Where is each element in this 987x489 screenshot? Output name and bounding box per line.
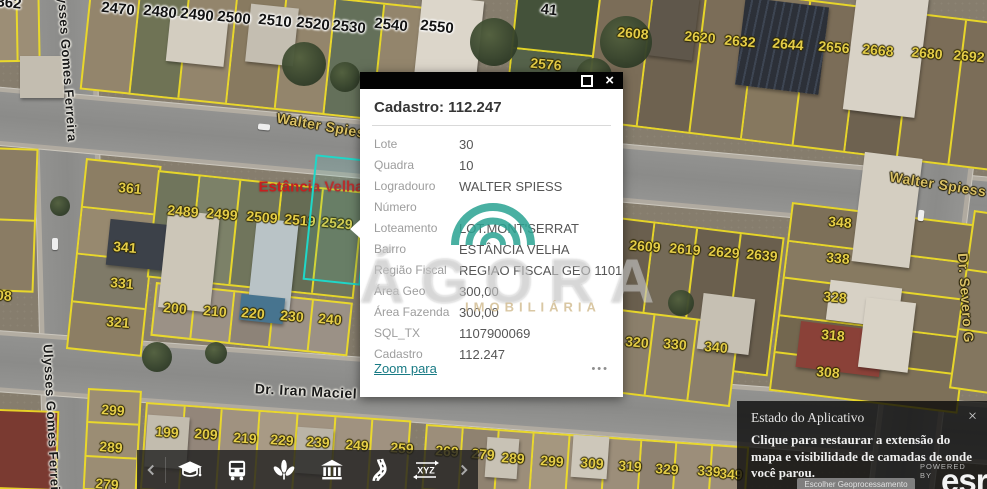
field-value: WALTER SPIESS <box>459 176 562 197</box>
field-value: LOT.MONT'SERRAT <box>459 218 579 239</box>
bus-icon[interactable] <box>224 457 250 483</box>
building <box>843 0 929 118</box>
notification-title: Estado do Aplicativo <box>751 410 864 426</box>
institutions-widget-button <box>308 450 355 489</box>
field-label: SQL_TX <box>374 323 459 344</box>
xyz-icon[interactable]: XYZ <box>411 457 441 483</box>
building <box>697 293 755 355</box>
field-label: Quadra <box>374 155 459 176</box>
popup-field-row: Lote30 <box>374 134 609 155</box>
coordinates-widget-button: XYZ <box>402 450 449 489</box>
tree <box>470 18 518 66</box>
graduation-cap-icon[interactable] <box>177 457 203 483</box>
field-label: Bairro <box>374 239 459 260</box>
geoprocessing-chip[interactable]: Escolher Geoprocessamento <box>797 478 915 489</box>
close-icon[interactable]: × <box>605 73 614 88</box>
field-label: Loteamento <box>374 218 459 239</box>
tree <box>50 196 70 216</box>
popup-pointer <box>350 220 360 238</box>
field-label: Área Geo <box>374 281 459 302</box>
tree <box>600 16 652 68</box>
zoom-to-link[interactable]: Zoom para <box>374 361 437 376</box>
pool <box>239 294 285 324</box>
building <box>646 0 699 61</box>
tree <box>330 62 360 92</box>
app-state-notification[interactable]: Estado do Aplicativo × Clique para resta… <box>737 401 987 489</box>
popup-divider <box>372 125 611 126</box>
field-label: Lote <box>374 134 459 155</box>
popup-field-row: Área Fazenda300,00 <box>374 302 609 323</box>
leaf-icon[interactable] <box>271 457 297 483</box>
field-value: 300,00 <box>459 302 499 323</box>
car <box>258 123 271 130</box>
tree <box>668 290 694 316</box>
popup-field-row: Número <box>374 197 609 218</box>
building-solar-roof <box>735 0 829 95</box>
notification-message: Clique para restaurar a extensão do mapa… <box>737 426 987 482</box>
popup-field-row: BairroESTÂNCIA VELHA <box>374 239 609 260</box>
popup-field-row: SQL_TX1107900069 <box>374 323 609 344</box>
building <box>158 210 220 313</box>
tree <box>142 342 172 372</box>
road-icon[interactable] <box>366 457 392 483</box>
popup-field-row: Quadra10 <box>374 155 609 176</box>
popup-attribute-table: Lote30Quadra10LogradouroWALTER SPIESSNúm… <box>374 134 609 365</box>
chevron-left-icon[interactable] <box>137 450 165 489</box>
bottom-widget-toolbar: XYZ <box>137 450 478 489</box>
parcel-block <box>0 0 41 62</box>
field-label: Região Fiscal <box>374 260 459 281</box>
field-value: 300,00 <box>459 281 499 302</box>
field-label: Logradouro <box>374 176 459 197</box>
popup-title: Cadastro: 112.247 <box>374 96 609 125</box>
popup-footer: Zoom para ••• <box>374 361 609 376</box>
environment-widget-button <box>261 450 308 489</box>
tree <box>282 42 326 86</box>
popup-field-row: LogradouroWALTER SPIESS <box>374 176 609 197</box>
car <box>296 116 307 122</box>
close-icon[interactable]: × <box>968 410 977 424</box>
building <box>571 435 610 479</box>
svg-text:XYZ: XYZ <box>417 465 435 475</box>
popup-field-row: Região FiscalREGIAO FISCAL GEO 1101 <box>374 260 609 281</box>
popup-field-row: Área Geo300,00 <box>374 281 609 302</box>
field-value: ESTÂNCIA VELHA <box>459 239 570 260</box>
popup-body: Cadastro: 112.247 Lote30Quadra10Logradou… <box>360 89 623 386</box>
education-widget-button <box>166 450 213 489</box>
car <box>52 238 58 250</box>
web-map-app: 3622470248024902500251025202530254025504… <box>0 0 987 489</box>
parcel-block <box>0 147 38 292</box>
building <box>485 437 520 479</box>
parcel-block <box>0 409 59 489</box>
parcel-block <box>83 388 142 489</box>
field-value: 30 <box>459 134 473 155</box>
car <box>917 210 924 222</box>
cadastro-popup: × Cadastro: 112.247 Lote30Quadra10Lograd… <box>360 72 623 397</box>
more-options-button[interactable]: ••• <box>591 363 609 375</box>
field-label: Número <box>374 197 459 218</box>
roads-widget-button <box>355 450 402 489</box>
field-value: 10 <box>459 155 473 176</box>
maximize-icon[interactable] <box>581 75 593 87</box>
building <box>20 56 64 98</box>
tree <box>205 342 227 364</box>
transport-widget-button <box>214 450 261 489</box>
chevron-right-icon[interactable] <box>450 450 478 489</box>
popup-header: × <box>360 72 623 89</box>
building <box>166 15 228 67</box>
field-value: REGIAO FISCAL GEO 1101 <box>459 260 622 281</box>
popup-field-row: LoteamentoLOT.MONT'SERRAT <box>374 218 609 239</box>
bank-icon[interactable] <box>319 457 345 483</box>
field-label: Área Fazenda <box>374 302 459 323</box>
building <box>858 297 916 373</box>
field-value: 1107900069 <box>459 323 530 344</box>
